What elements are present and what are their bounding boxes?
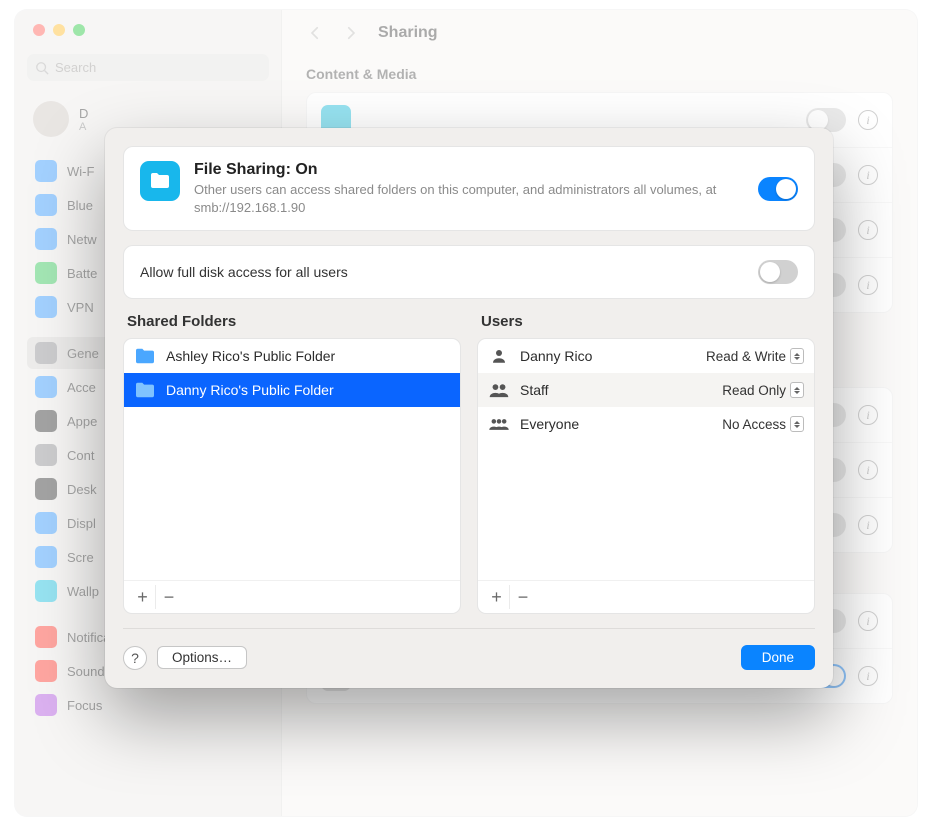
users-heading: Users xyxy=(477,313,815,338)
user-permission: Read & Write xyxy=(706,349,786,364)
sidebar-icon xyxy=(35,194,57,216)
add-user-button[interactable]: + xyxy=(484,585,510,609)
sidebar-item-label: Desk xyxy=(67,482,97,497)
folder-icon xyxy=(134,347,156,365)
users-list[interactable]: Danny Rico Read & Write Staff Read Only … xyxy=(477,338,815,614)
file-sharing-title: File Sharing: On xyxy=(194,161,744,179)
back-icon[interactable] xyxy=(306,24,324,42)
file-sharing-icon xyxy=(140,161,180,201)
sidebar-icon xyxy=(35,444,57,466)
user-name: Staff xyxy=(520,382,549,398)
sidebar-item-label: VPN xyxy=(67,300,94,315)
user-icon xyxy=(488,415,510,433)
info-icon[interactable]: i xyxy=(858,611,878,631)
sidebar-icon xyxy=(35,580,57,602)
sidebar-icon xyxy=(35,410,57,432)
remove-user-button[interactable]: − xyxy=(510,585,536,609)
shared-folders-list[interactable]: Ashley Rico's Public Folder Danny Rico's … xyxy=(123,338,461,614)
done-button[interactable]: Done xyxy=(741,645,815,670)
user-permission: Read Only xyxy=(722,383,786,398)
help-button[interactable]: ? xyxy=(123,646,147,670)
sidebar-icon xyxy=(35,478,57,500)
forward-icon[interactable] xyxy=(342,24,360,42)
sidebar-item-label: Gene xyxy=(67,346,99,361)
sidebar-icon xyxy=(35,296,57,318)
file-sharing-toggle[interactable] xyxy=(758,177,798,201)
avatar xyxy=(33,101,69,137)
sidebar-icon xyxy=(35,626,57,648)
shared-folder-item[interactable]: Ashley Rico's Public Folder xyxy=(124,339,460,373)
sidebar-item-label: Scre xyxy=(67,550,94,565)
sidebar-icon xyxy=(35,694,57,716)
sidebar-item-label: Cont xyxy=(67,448,94,463)
shared-folders-heading: Shared Folders xyxy=(123,313,461,338)
user-name: Danny Rico xyxy=(520,348,592,364)
sidebar-item-label: Blue xyxy=(67,198,93,213)
sidebar-item-label: Acce xyxy=(67,380,96,395)
permission-popup[interactable] xyxy=(790,416,804,432)
sidebar-icon xyxy=(35,228,57,250)
user-icon xyxy=(488,347,510,365)
sidebar-icon xyxy=(35,376,57,398)
sidebar-icon xyxy=(35,262,57,284)
close-icon[interactable] xyxy=(33,24,45,36)
search-icon xyxy=(35,61,49,75)
sidebar-icon xyxy=(35,512,57,534)
full-disk-toggle[interactable] xyxy=(758,260,798,284)
remove-folder-button[interactable]: − xyxy=(156,585,182,609)
page-title: Sharing xyxy=(378,24,438,42)
search-placeholder: Search xyxy=(55,60,96,75)
sidebar-icon xyxy=(35,160,57,182)
folder-name: Danny Rico's Public Folder xyxy=(166,382,334,398)
info-icon[interactable]: i xyxy=(858,666,878,686)
file-sharing-desc: Other users can access shared folders on… xyxy=(194,181,744,216)
user-item[interactable]: Everyone No Access xyxy=(478,407,814,441)
sidebar-item-label: Wallp xyxy=(67,584,99,599)
window-traffic-lights[interactable] xyxy=(27,24,269,36)
user-item[interactable]: Danny Rico Read & Write xyxy=(478,339,814,373)
full-disk-label: Allow full disk access for all users xyxy=(140,264,348,280)
sidebar-item[interactable]: Focus xyxy=(27,689,269,721)
zoom-icon[interactable] xyxy=(73,24,85,36)
shared-folder-item[interactable]: Danny Rico's Public Folder xyxy=(124,373,460,407)
sidebar-icon xyxy=(35,342,57,364)
sidebar-item-label: Focus xyxy=(67,698,102,713)
options-button[interactable]: Options… xyxy=(157,646,247,669)
user-permission: No Access xyxy=(722,417,786,432)
user-name: Everyone xyxy=(520,416,579,432)
sidebar-item-label: Batte xyxy=(67,266,97,281)
sidebar-item-label: Netw xyxy=(67,232,97,247)
sidebar-item-label: Sound xyxy=(67,664,105,679)
add-folder-button[interactable]: + xyxy=(130,585,156,609)
sidebar-item-label: Appe xyxy=(67,414,97,429)
folder-icon xyxy=(134,381,156,399)
user-icon xyxy=(488,381,510,399)
folder-name: Ashley Rico's Public Folder xyxy=(166,348,335,364)
search-input[interactable]: Search xyxy=(27,54,269,81)
sidebar-icon xyxy=(35,660,57,682)
user-item[interactable]: Staff Read Only xyxy=(478,373,814,407)
permission-popup[interactable] xyxy=(790,382,804,398)
sidebar-icon xyxy=(35,546,57,568)
file-sharing-sheet: File Sharing: On Other users can access … xyxy=(105,128,833,688)
sidebar-item-label: Wi-F xyxy=(67,164,94,179)
permission-popup[interactable] xyxy=(790,348,804,364)
section-heading-content: Content & Media xyxy=(306,66,893,82)
sidebar-item-label: Displ xyxy=(67,516,96,531)
minimize-icon[interactable] xyxy=(53,24,65,36)
